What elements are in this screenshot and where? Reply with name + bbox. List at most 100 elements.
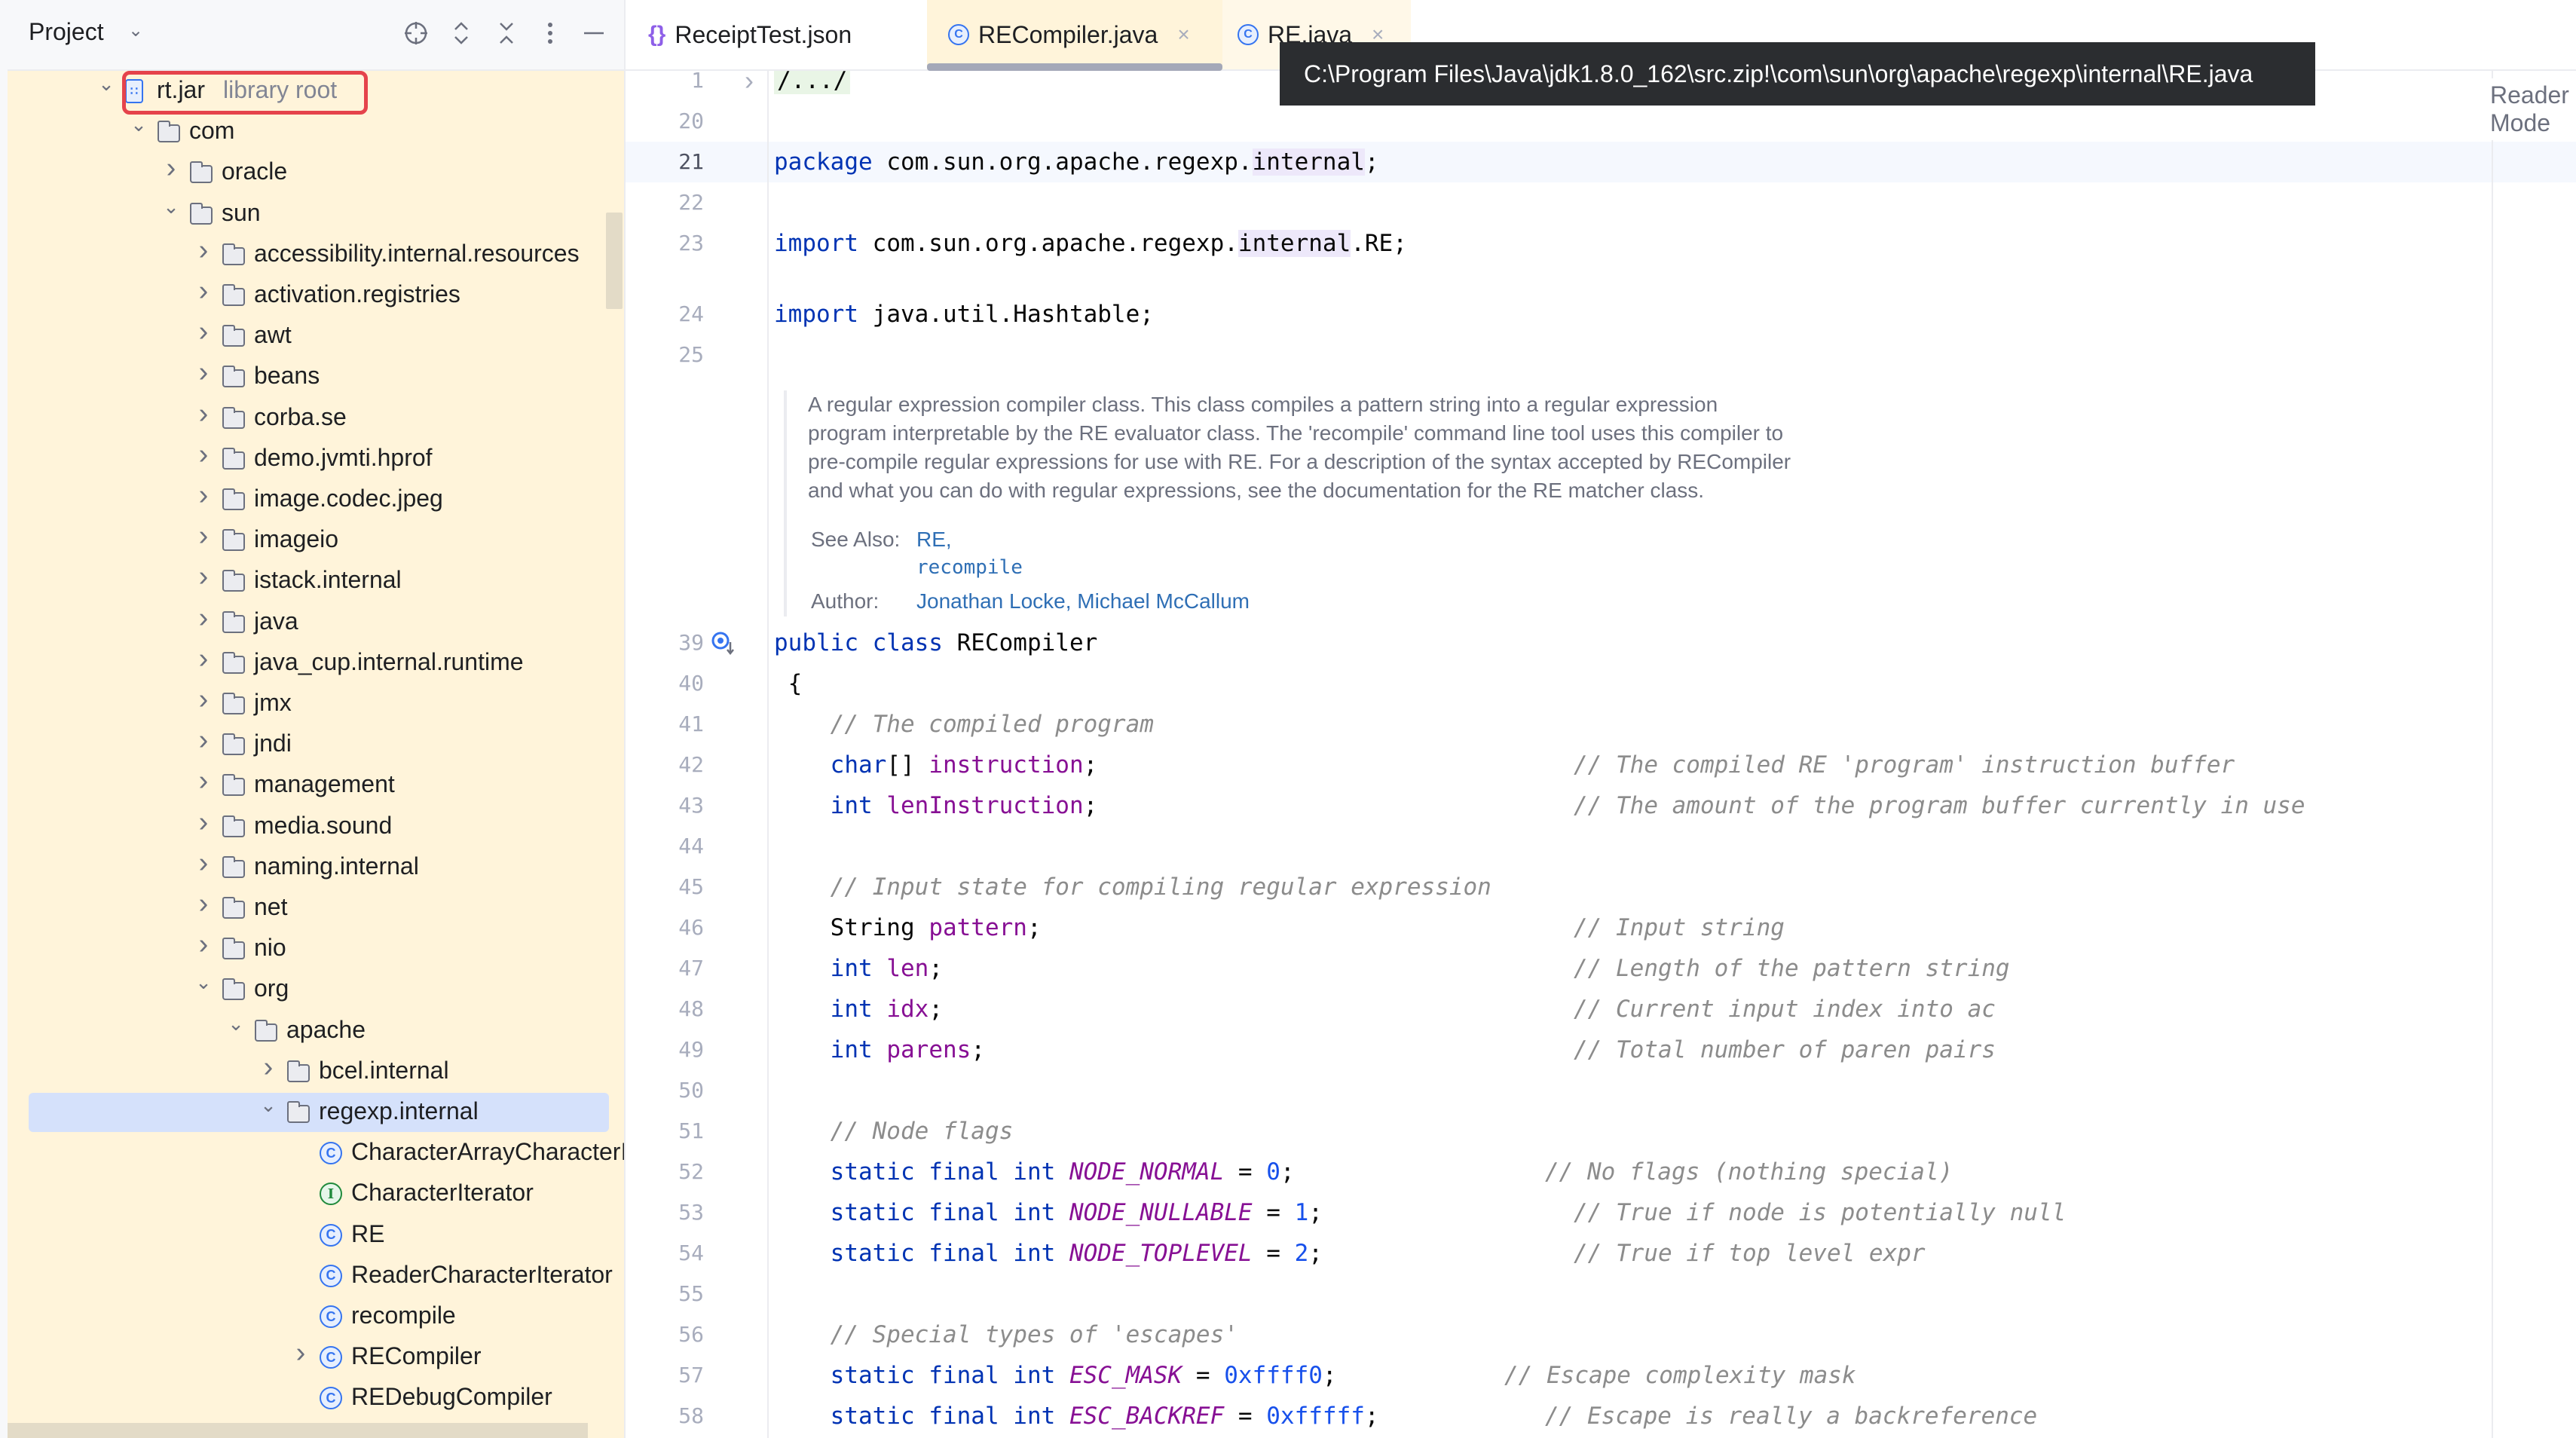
chevron-right-icon[interactable]: › [192,684,215,716]
code-line[interactable]: 42 char[] instruction; // The compiled RE… [626,745,2576,785]
chevron-down-icon[interactable]: ⌄ [257,1094,280,1117]
tab-recompiler-java[interactable]: C RECompiler.java × [927,0,1222,69]
tree-item[interactable]: › media.sound [8,806,624,847]
chevron-right-icon[interactable]: › [192,888,215,920]
chevron-right-icon[interactable]: › [192,765,215,797]
tree-item[interactable]: ⌄ sun [8,194,624,234]
tree-item[interactable]: I CharacterIterator [8,1173,624,1214]
tree-item[interactable]: › awt [8,316,624,356]
chevron-right-icon[interactable]: › [192,275,215,307]
tree-item[interactable]: › istack.internal [8,561,624,601]
tree-item[interactable]: C CharacterArrayCharacterIterator [8,1133,624,1173]
tree-item[interactable]: › management [8,765,624,806]
expand-all-icon[interactable] [445,17,478,50]
code-line[interactable]: 53 static final int NODE_NULLABLE = 1; //… [626,1192,2576,1233]
code-line[interactable]: 23 import com.sun.org.apache.regexp.inter… [626,223,2576,264]
code-line[interactable]: 20 [626,101,2576,142]
tree-item[interactable]: Crecompile [8,1296,624,1337]
chevron-right-icon[interactable]: › [192,520,215,552]
code-line[interactable]: 25 [626,335,2576,375]
tree-item[interactable]: ⌄ com [8,112,624,152]
code-line[interactable]: 40 { [626,663,2576,704]
chevron-right-icon[interactable]: › [160,152,182,185]
code-line[interactable]: 21 package com.sun.org.apache.regexp.inte… [626,142,2576,182]
chevron-down-icon[interactable]: ⌄ [192,971,215,994]
code-line[interactable]: 43 int lenInstruction; // The amount of t… [626,785,2576,826]
code-line[interactable]: 45 // Input state for compiling regular … [626,867,2576,907]
hide-icon[interactable] [577,17,610,50]
code-line[interactable]: 22 [626,182,2576,223]
chevron-right-icon[interactable]: › [192,439,215,471]
tree-item[interactable]: › net [8,888,624,929]
tree-item[interactable]: C ReaderCharacterIterator [8,1256,624,1296]
code-line[interactable]: 50 [626,1070,2576,1111]
folded-region[interactable]: /.../ [774,71,851,94]
tree-item[interactable]: ⌄ apache [8,1011,624,1051]
see-also-link-recompile[interactable]: recompile [916,556,1023,579]
code-line[interactable]: 57 static final int ESC_MASK = 0xffff0; /… [626,1355,2576,1396]
chevron-right-icon[interactable]: › [192,234,215,267]
collapse-all-icon[interactable] [490,17,523,50]
chevron-down-icon[interactable]: ⌄ [128,20,143,41]
tree-item[interactable]: ⌄ regexp.internal [8,1092,624,1133]
chevron-right-icon[interactable]: › [192,602,215,635]
tree-item[interactable]: › nio [8,929,624,969]
chevron-right-icon[interactable]: › [192,356,215,389]
chevron-down-icon[interactable]: ⌄ [127,113,150,136]
chevron-right-icon[interactable]: › [192,643,215,675]
reader-mode-toggle[interactable]: Reader Mode [2481,78,2576,140]
tree-item[interactable]: › java [8,602,624,643]
code-line[interactable]: 51 // Node flags [626,1111,2576,1152]
see-also-link-re[interactable]: RE, [916,528,952,552]
code-line[interactable]: 39 public class RECompiler [626,623,2576,663]
code-line[interactable]: 48 int idx; // Current input index into a… [626,989,2576,1030]
chevron-down-icon[interactable]: ⌄ [225,1012,247,1036]
code-line[interactable]: 44 [626,826,2576,867]
chevron-right-icon[interactable]: › [192,806,215,839]
code-line[interactable]: 55 [626,1274,2576,1314]
tree-item[interactable]: › image.codec.jpeg [8,479,624,520]
chevron-right-icon[interactable]: › [192,847,215,880]
tree-item[interactable]: › demo.jvmti.hprof [8,439,624,479]
chevron-down-icon[interactable]: ⌄ [160,195,182,219]
chevron-right-icon[interactable]: › [289,1337,312,1369]
code-line[interactable]: 24 import java.util.Hashtable; [626,294,2576,335]
tree-item[interactable]: › jndi [8,724,624,765]
code-line[interactable]: 47 int len; // Length of the pattern stri… [626,948,2576,989]
tree-item[interactable]: ⌄ org [8,969,624,1010]
chevron-right-icon[interactable]: › [192,479,215,512]
implemented-by-icon[interactable] [710,630,734,656]
more-options-icon[interactable] [534,17,567,50]
tree-item[interactable]: › bcel.internal [8,1051,624,1092]
tree-item[interactable]: C REDebugCompiler [8,1378,624,1418]
tree-item[interactable]: › jmx [8,684,624,724]
chevron-right-icon[interactable]: › [192,561,215,593]
chevron-right-icon[interactable]: › [192,724,215,757]
code-line[interactable]: 56 // Special types of 'escapes' [626,1314,2576,1355]
chevron-right-icon[interactable]: › [192,398,215,430]
code-line[interactable]: 54 static final int NODE_TOPLEVEL = 2; //… [626,1233,2576,1274]
tree-item[interactable]: › oracle [8,152,624,193]
chevron-right-icon[interactable]: › [745,71,754,101]
tree-scrollbar-thumb[interactable] [606,213,623,309]
project-view-title[interactable]: Project [29,18,104,46]
tree-item[interactable]: › corba.se [8,398,624,439]
chevron-right-icon[interactable]: › [257,1051,280,1084]
tree-item[interactable]: › beans [8,356,624,397]
code-line[interactable]: 41 // The compiled program [626,704,2576,745]
close-icon[interactable]: × [1177,23,1189,47]
code-line[interactable]: 46 String pattern; // Input string [626,907,2576,948]
chevron-right-icon[interactable]: › [192,929,215,961]
code-line[interactable]: 52 static final int NODE_NORMAL = 0; // N… [626,1152,2576,1192]
tree-item[interactable]: C RE [8,1215,624,1256]
locate-icon[interactable] [399,17,433,50]
author-links[interactable]: Jonathan Locke, Michael McCallum [916,589,1250,613]
chevron-down-icon[interactable]: ⌄ [95,72,118,96]
code-line[interactable]: 58 static final int ESC_BACKREF = 0xffff… [626,1396,2576,1436]
tree-item[interactable]: › activation.registries [8,275,624,316]
tree-item[interactable]: › accessibility.internal.resources [8,234,624,275]
tree-item[interactable]: › java_cup.internal.runtime [8,643,624,684]
tree-item[interactable]: › naming.internal [8,847,624,888]
tree-item[interactable]: › imageio [8,520,624,561]
tree-horizontal-scrollbar[interactable] [8,1423,588,1438]
